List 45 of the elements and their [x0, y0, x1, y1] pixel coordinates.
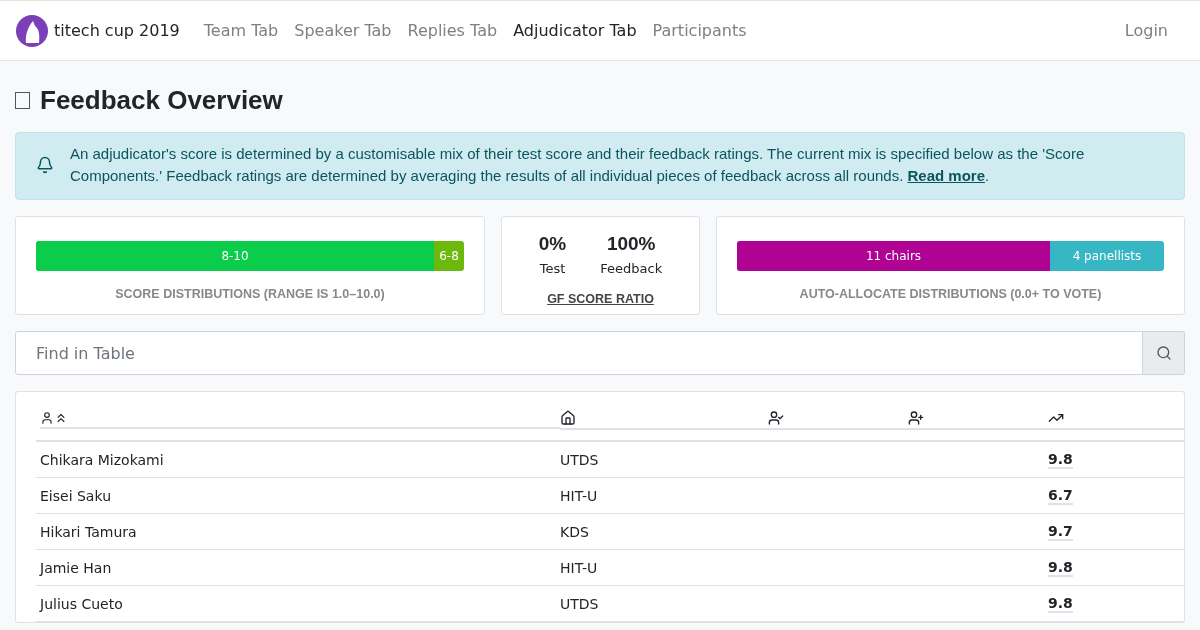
logo-icon[interactable] [16, 14, 48, 47]
score-cell: 6.7 [1048, 486, 1073, 505]
institution-cell-text: KDS [560, 523, 590, 540]
read-more-link[interactable]: Read more [907, 167, 986, 184]
card-caption: AUTO-ALLOCATE DISTRIBUTIONS (0.0+ TO VOTE) [799, 287, 1102, 301]
ratio-value: 100% [606, 233, 656, 255]
bar-label: 6-8 [438, 249, 460, 263]
search-field[interactable]: Find in Table [15, 331, 1143, 375]
person-plus-icon[interactable] [908, 410, 1048, 430]
page-title: Feedback Overview [40, 85, 283, 116]
ratio-caption-link[interactable]: GF SCORE RATIO [547, 292, 654, 306]
nav-link[interactable]: Adjudicator Tab [513, 21, 637, 40]
name-cell-text: Hikari Tamura [40, 523, 138, 540]
brand-link[interactable]: titech cup 2019 [54, 21, 180, 40]
institution-cell-text: UTDS [560, 595, 600, 612]
institution-cell-text: UTDS [560, 451, 600, 468]
score-cell: 9.7 [1048, 522, 1073, 541]
score-cell: 9.8 [1048, 558, 1073, 577]
bar-fill: 8-10 [36, 241, 435, 271]
square-icon [15, 92, 30, 109]
ratio-value: 0% [538, 233, 567, 255]
ratio-label: Test [539, 261, 566, 276]
name-cell-text: Julius Cueto [40, 595, 124, 612]
name-cell-text: Chikara Mizokami [40, 451, 165, 468]
institution-cell-text: HIT-U [560, 559, 599, 576]
card-caption: SCORE DISTRIBUTIONS (RANGE IS 1.0–10.0) [115, 287, 385, 301]
nav-link[interactable]: Speaker Tab [294, 21, 392, 40]
name-cell-text: Jamie Han [40, 559, 113, 576]
person-check-icon[interactable] [768, 410, 908, 430]
name-cell-text: Eisei Saku [40, 487, 112, 504]
login-link[interactable]: Login [1124, 21, 1168, 40]
score-cell: 9.8 [1048, 450, 1073, 469]
bar-fill: 11 chairs [737, 241, 1050, 271]
nav-link[interactable]: Replies Tab [407, 21, 498, 40]
ratio-label: Feedback [600, 261, 663, 276]
alert-text: An adjudicator's score is determined by a customisable mix of their test score and their feedback ratings. The current mix is specified below as the 'Score Components.' Feedback ratings are determined by averaging the results of all individual pieces of feedback across all rounds. Read more. [70, 144, 1086, 186]
search-icon [1155, 345, 1172, 361]
home-icon[interactable] [560, 410, 768, 430]
bell-icon [36, 156, 54, 174]
nav-link[interactable]: Team Tab [203, 21, 279, 40]
bar-label: 4 panellists [1071, 249, 1143, 263]
search-button[interactable] [1143, 331, 1185, 375]
nav-link[interactable]: Participants [652, 21, 747, 40]
institution-cell-text: HIT-U [560, 487, 599, 504]
score-cell: 9.8 [1048, 594, 1073, 613]
